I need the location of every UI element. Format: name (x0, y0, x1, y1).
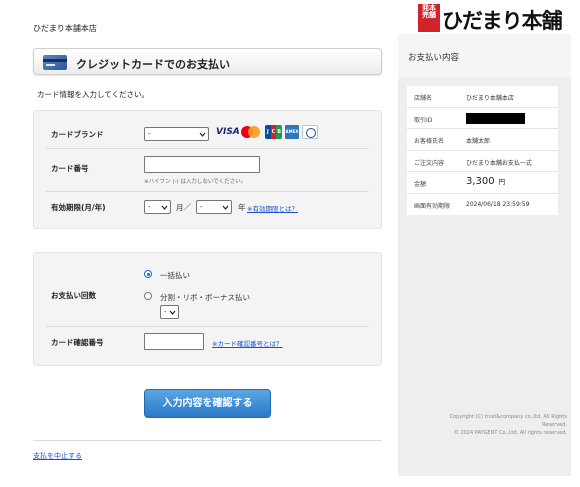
cvv-label: カード確認番号 (51, 338, 104, 347)
expiry-month-value: - (148, 203, 151, 211)
installment-label: 分割・リボ・ボーナス払い (160, 293, 250, 302)
card-number-input[interactable] (144, 156, 260, 173)
row-divider (46, 326, 369, 327)
card-number-label: カード番号 (51, 164, 89, 173)
card-brand-select[interactable]: - (144, 127, 209, 141)
chevron-down-icon (169, 309, 176, 316)
copyright-line: © 2024 PAYGENT Co.,Ltd. All rights reser… (453, 430, 567, 436)
diners-logo-icon (302, 125, 318, 139)
page-title: クレジットカードでのお支払い (76, 58, 230, 71)
amount-unit: 円 (498, 178, 506, 186)
instruction-text: カード情報を入力してください。 (37, 90, 150, 99)
credit-card-icon (43, 55, 67, 70)
expiry-month-select[interactable]: - (144, 200, 171, 214)
shop-name: ひだまり本舗本店 (33, 24, 97, 33)
sidebar-title: お支払い内容 (408, 53, 460, 63)
card-brand-select-value: - (148, 130, 151, 138)
summary-row-amount: 金額 3,300 円 (407, 172, 558, 194)
redacted-transaction-id (466, 112, 525, 124)
card-number-hint: ※ハイフン (-) は入力しないでください。 (144, 179, 247, 185)
copyright-footer: Copyright (C) trust&company co.,ltd. All… (450, 413, 567, 437)
payment-options-panel: 一括払い お支払い回数 分割・リボ・ボーナス払い - カード確認番号 ※カード確… (33, 252, 382, 366)
logo-brand-text: ひだまり本舗 (442, 8, 563, 33)
confirm-button[interactable]: 入力内容を確認する (144, 389, 271, 418)
visa-logo-icon: VISA (216, 127, 240, 137)
sidebar-header: お支払い内容 (398, 34, 571, 78)
installment-count-select[interactable]: - (160, 305, 179, 319)
row-divider (46, 148, 369, 149)
amex-logo-icon: AMEX (285, 125, 299, 139)
summary-key: お客様氏名 (414, 138, 445, 145)
summary-row-transaction-id: 取引ID (407, 108, 558, 129)
expiry-year-select[interactable]: - (196, 200, 232, 214)
summary-row-order: ご注文内容 ひだまり本舗お支払一式 (407, 151, 558, 172)
cvv-help-link[interactable]: ※カード確認番号とは？ (212, 338, 282, 348)
expiry-year-value: - (200, 203, 203, 211)
summary-value: 2024/06/18 23:59:59 (466, 200, 530, 208)
lump-sum-label: 一括払い (160, 271, 190, 280)
installment-count-value: - (164, 308, 167, 316)
lump-sum-radio[interactable] (144, 270, 152, 278)
summary-row-customer: お客様氏名 本舗太郎 (407, 129, 558, 151)
payment-summary-table: 店舗名 ひだまり本舗本店 取引ID お客様氏名 本舗太郎 ご注文内容 ひだまり本… (407, 86, 558, 215)
shop-logo: 発本 売舗 ひだまり本舗 (418, 4, 568, 33)
summary-value: ひだまり本舗本店 (466, 95, 514, 102)
summary-row-shop: 店舗名 ひだまり本舗本店 (407, 86, 558, 108)
expiry-month-unit: 月／ (176, 203, 191, 212)
chevron-down-icon (161, 204, 168, 211)
cancel-payment-link[interactable]: 支払を中止する (33, 451, 82, 461)
payment-count-label: お支払い回数 (51, 291, 96, 300)
summary-amount: 3,300 円 (466, 176, 505, 187)
summary-key: ご注文内容 (414, 159, 445, 167)
mastercard-logo-icon (240, 125, 262, 139)
row-divider (46, 191, 369, 192)
installment-radio[interactable] (144, 292, 152, 300)
summary-row-expiry: 画面有効期限 2024/06/18 23:59:59 (407, 194, 558, 216)
page-title-bar: クレジットカードでのお支払い (33, 48, 382, 75)
summary-value: 本舗太郎 (466, 138, 491, 145)
payment-summary-sidebar: お支払い内容 店舗名 ひだまり本舗本店 取引ID お客様氏名 本舗太郎 ご注文内… (398, 34, 571, 476)
copyright-line: Reserved. (542, 422, 567, 428)
footer-divider (33, 440, 382, 441)
summary-key: 店舗名 (414, 95, 433, 102)
card-info-panel: カードブランド - VISA J C B AMEX カード番号 ※ハイフン (-… (33, 110, 382, 229)
summary-key: 金額 (414, 181, 427, 188)
jcb-logo-icon: J C B (265, 125, 282, 139)
summary-value: ひだまり本舗お支払一式 (466, 159, 532, 167)
amount-value: 3,300 (466, 176, 495, 187)
cvv-input[interactable] (144, 333, 204, 350)
expiry-help-link[interactable]: ※有効期限とは？ (247, 203, 298, 213)
card-brand-label: カードブランド (51, 130, 104, 139)
summary-key: 取引ID (414, 116, 433, 124)
expiry-label: 有効期限(月/年) (51, 203, 106, 212)
chevron-down-icon (222, 204, 229, 211)
logo-seal: 発本 売舗 (418, 4, 440, 32)
copyright-line: Copyright (C) trust&company co.,ltd. All… (449, 414, 567, 420)
summary-key: 画面有効期限 (414, 202, 451, 210)
chevron-down-icon (199, 131, 206, 138)
expiry-year-unit: 年 (238, 203, 246, 212)
